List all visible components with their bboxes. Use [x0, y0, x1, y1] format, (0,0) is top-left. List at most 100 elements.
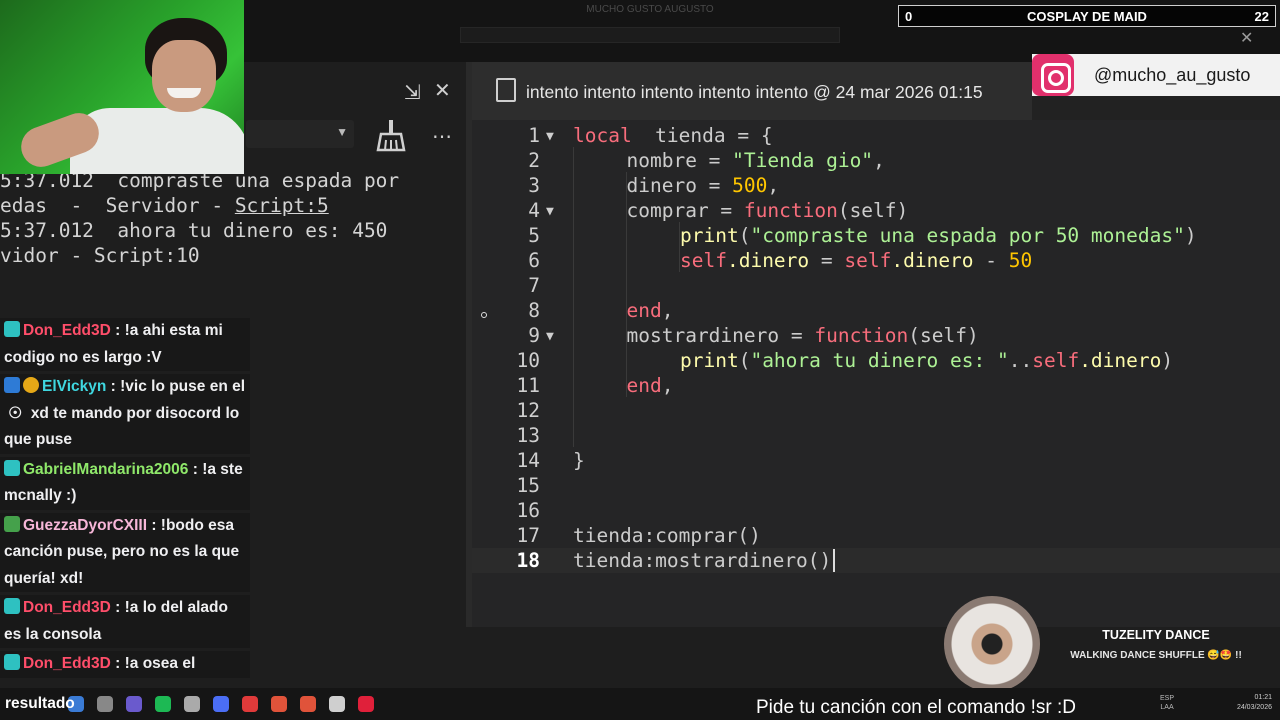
line-number: 9	[528, 324, 540, 347]
taskbar: ESP LAA 01:21 24/03/2026	[0, 688, 1280, 720]
album-disc-icon	[944, 596, 1040, 692]
chat-username: Don_Edd3D	[23, 655, 111, 672]
code-area[interactable]: 1 ▼ local tienda = {2 nombre = "Tienda gio"…	[472, 122, 1280, 627]
code-line[interactable]: 2 nombre = "Tienda gio",	[472, 148, 1280, 173]
code-line[interactable]: 14}	[472, 448, 1280, 473]
line-number: 11	[516, 374, 540, 397]
stream-scene: MUCHO GUSTO AUGUSTO ⇲ ✕ ▼ ⋯ 5:37.012 com…	[0, 0, 1280, 720]
output-filter-dropdown[interactable]: ▼	[246, 120, 354, 148]
code-line[interactable]: 1 ▼ local tienda = {	[472, 123, 1280, 148]
code-line[interactable]: 7	[472, 273, 1280, 298]
popout-icon[interactable]: ⇲	[404, 80, 421, 105]
code-token: self	[680, 249, 727, 272]
more-icon[interactable]: ⋯	[432, 124, 453, 149]
taskbar-app-icon[interactable]	[300, 696, 316, 712]
instagram-icon	[1032, 54, 1074, 96]
output-text: vidor - Script:10	[0, 244, 200, 267]
chat-overlay: Don_Edd3D : !a ahi esta mi codigo no es …	[0, 318, 250, 718]
code-line[interactable]: 5 print("compraste una espada por 50 mone…	[472, 223, 1280, 248]
taskbar-app-icon[interactable]	[358, 696, 374, 712]
code-text: end,	[627, 298, 674, 323]
indent-guide	[573, 147, 574, 447]
chat-message: Don_Edd3D : !a lo del alado es la consol…	[0, 595, 250, 648]
code-line[interactable]: 3 dinero = 500,	[472, 173, 1280, 198]
chat-message: ElVickyn : !vic lo puse en el ☉ xd te ma…	[0, 374, 250, 454]
taskbar-app-icon[interactable]	[126, 696, 142, 712]
instagram-overlay: @mucho_au_gusto	[1032, 54, 1280, 96]
close-icon[interactable]: ✕	[1240, 28, 1253, 48]
taskbar-app-icon[interactable]	[184, 696, 200, 712]
code-line[interactable]: 13	[472, 423, 1280, 448]
code-token: end	[626, 374, 662, 397]
code-token: comprar =	[626, 199, 744, 222]
code-token: "Tienda gio"	[732, 149, 874, 172]
code-token: 50	[1008, 249, 1033, 272]
code-token: tienda:comprar()	[573, 524, 761, 547]
taskbar-app-icon[interactable]	[329, 696, 345, 712]
code-token: "ahora tu dinero es: "	[750, 349, 1009, 372]
code-line[interactable]: 11 end,	[472, 373, 1280, 398]
webcam-feed	[0, 0, 244, 174]
song-title: TUZELITY DANCE	[1102, 628, 1210, 642]
taskbar-app-icon[interactable]	[271, 696, 287, 712]
chat-badge-icon	[4, 654, 20, 670]
code-text: }	[573, 448, 585, 473]
code-token: (	[738, 349, 751, 372]
taskbar-app-icon[interactable]	[242, 696, 258, 712]
code-line[interactable]: 18 tienda:mostrardinero()	[472, 548, 1280, 573]
output-line: 5:37.012 ahora tu dinero es: 450	[0, 218, 466, 243]
fold-toggle-icon[interactable]: ▼	[546, 199, 554, 224]
code-token: 500	[732, 174, 768, 197]
code-token: ,	[873, 149, 885, 172]
code-line[interactable]: 8 end,	[472, 298, 1280, 323]
taskbar-app-icon[interactable]	[97, 696, 113, 712]
indent-guide	[626, 172, 627, 397]
now-playing-overlay: TUZELITY DANCE WALKING DANCE SHUFFLE 😅🤩 …	[944, 596, 1280, 692]
code-line[interactable]: 12	[472, 398, 1280, 423]
line-number: 17	[516, 524, 540, 547]
code-text: end,	[627, 373, 674, 398]
chat-badge-icon	[4, 598, 20, 614]
taskbar-app-icon[interactable]	[155, 696, 171, 712]
chat-badge-icon	[23, 377, 39, 393]
code-line[interactable]: 17 tienda:comprar()	[472, 523, 1280, 548]
code-text: comprar = function(self)	[627, 198, 909, 223]
code-token: self	[1032, 349, 1080, 372]
webcam-person-face	[152, 40, 216, 112]
code-token: dinero =	[626, 174, 733, 197]
line-number: 10	[516, 349, 540, 372]
code-line[interactable]: 4 ▼ comprar = function(self)	[472, 198, 1280, 223]
code-text: print("ahora tu dinero es: "..self.diner…	[680, 348, 1173, 373]
code-line[interactable]: 9 ▼ mostrardinero = function(self)	[472, 323, 1280, 348]
taskbar-apps	[68, 696, 387, 717]
code-token: end	[626, 299, 662, 322]
code-text: local tienda = {	[573, 123, 773, 148]
fold-toggle-icon[interactable]: ▼	[546, 124, 554, 149]
chat-username: ElVickyn	[42, 378, 107, 395]
broom-icon[interactable]	[376, 120, 406, 152]
editor-tab[interactable]: intento intento intento intento intento …	[472, 62, 1032, 120]
chat-badge-icon	[4, 515, 20, 532]
code-text: nombre = "Tienda gio",	[627, 148, 885, 173]
line-number: 15	[516, 474, 540, 497]
output-log: 5:37.012 compraste una espada por edas - …	[0, 168, 466, 268]
code-line[interactable]: 6 self.dinero = self.dinero - 50	[472, 248, 1280, 273]
clock-time: 01:21	[1254, 694, 1272, 701]
code-text: tienda:comprar()	[573, 523, 761, 548]
song-subtitle: WALKING DANCE SHUFFLE 😅🤩 !!	[1070, 650, 1242, 661]
code-line[interactable]: 15	[472, 473, 1280, 498]
notification-bar	[460, 27, 840, 43]
code-token: (	[738, 224, 751, 247]
system-clock[interactable]: 01:21 24/03/2026	[1222, 693, 1272, 713]
language-indicator[interactable]: ESP LAA	[1160, 694, 1174, 712]
line-number: 2	[528, 149, 540, 172]
taskbar-app-icon[interactable]	[213, 696, 229, 712]
code-line[interactable]: 16	[472, 498, 1280, 523]
line-number: 4	[528, 199, 540, 222]
instagram-handle: @mucho_au_gusto	[1094, 65, 1251, 85]
close-icon[interactable]: ✕	[434, 78, 451, 103]
script-link[interactable]: Script:5	[235, 194, 329, 217]
fold-toggle-icon[interactable]: ▼	[546, 324, 554, 349]
cosplay-right-count: 22	[1254, 9, 1269, 24]
code-line[interactable]: 10 print("ahora tu dinero es: "..self.din…	[472, 348, 1280, 373]
